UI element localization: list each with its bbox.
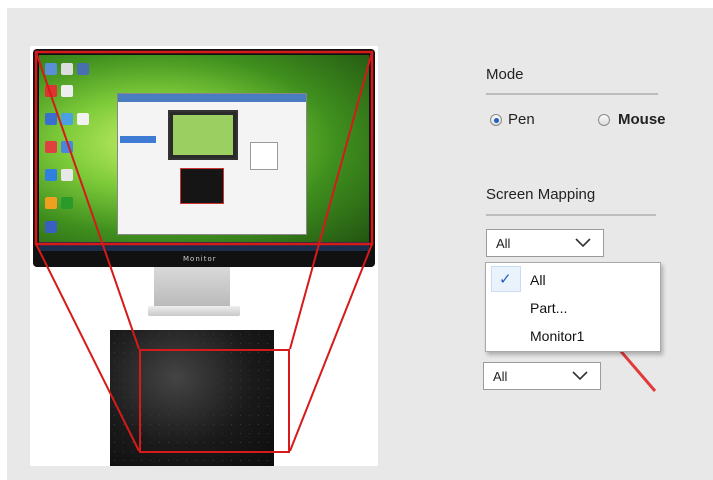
desktop-icon <box>61 113 73 125</box>
desktop-icon <box>61 141 73 153</box>
dropdown-item-all[interactable]: All <box>530 272 546 288</box>
desktop-icon <box>45 85 57 97</box>
second-mapping-select[interactable]: All <box>483 362 601 390</box>
screen-mapping-divider <box>486 214 656 216</box>
desktop-icon <box>77 113 89 125</box>
dropdown-item-part[interactable]: Part... <box>530 300 567 316</box>
mode-title: Mode <box>486 66 524 83</box>
monitor-base <box>148 306 240 316</box>
desktop-icon <box>77 63 89 75</box>
desktop-icon <box>45 221 57 233</box>
desktop-icon <box>45 63 57 75</box>
mapped-area-outline <box>139 349 290 453</box>
desktop-icon <box>61 197 73 209</box>
mapping-illustration: Monitor <box>30 46 378 466</box>
desktop-icon <box>45 141 57 153</box>
desktop-icon <box>45 169 57 181</box>
monitor-screen <box>39 55 369 251</box>
second-mapping-select-value: All <box>493 369 508 384</box>
mode-divider <box>486 93 658 95</box>
dropdown-item-monitor1[interactable]: Monitor1 <box>530 328 584 344</box>
screen-mapping-title: Screen Mapping <box>486 186 596 203</box>
desktop-icon <box>61 169 73 181</box>
mouse-radio[interactable] <box>598 114 610 126</box>
chevron-down-icon <box>572 371 588 381</box>
monitor-stand <box>154 267 230 309</box>
pen-radio[interactable] <box>490 114 502 126</box>
pen-tablet-dialog-thumbnail <box>117 93 307 235</box>
pen-radio-label[interactable]: Pen <box>508 111 535 128</box>
monitor-image: Monitor <box>33 49 375 267</box>
desktop-icon <box>61 85 73 97</box>
screen-mapping-select[interactable]: All <box>486 229 604 257</box>
chevron-down-icon <box>575 238 591 248</box>
taskbar <box>39 242 369 251</box>
screen-mapping-select-value: All <box>496 236 511 251</box>
monitor-brand-label: Monitor <box>183 255 217 263</box>
tablet-active-area <box>110 330 290 466</box>
desktop-icon <box>45 197 57 209</box>
selected-item-marker: ✓ <box>491 266 521 292</box>
mouse-radio-label[interactable]: Mouse <box>618 111 666 128</box>
checkmark-icon: ✓ <box>499 271 512 288</box>
desktop-icon <box>45 113 57 125</box>
desktop-icon <box>61 63 73 75</box>
